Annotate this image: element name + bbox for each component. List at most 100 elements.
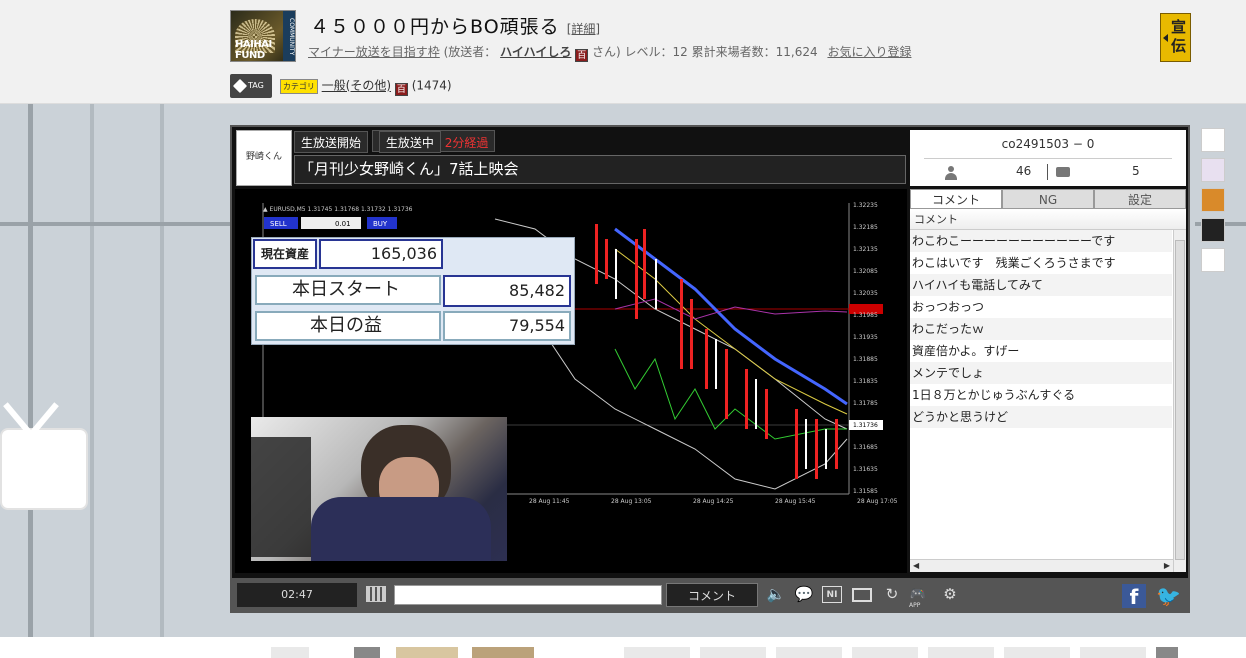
- bottom-thumb[interactable]: [624, 647, 690, 658]
- fullscreen-icon[interactable]: [852, 588, 872, 602]
- viewer-icon: [944, 166, 958, 180]
- comment-row[interactable]: 1日８万とかじゅうぶんすぐる: [910, 384, 1172, 406]
- comment-tabs: コメント NG 設定: [910, 189, 1186, 209]
- category-link[interactable]: 一般(その他): [322, 79, 391, 93]
- comment-input[interactable]: [394, 585, 662, 605]
- assets-value: 165,036: [319, 239, 443, 269]
- viewer-count: 46: [1016, 164, 1032, 178]
- wall-line: [0, 222, 230, 226]
- status-start: 生放送開始: [294, 131, 369, 153]
- channel-label: 野崎くん: [245, 152, 282, 162]
- time-tick: 28 Aug 11:45: [529, 498, 570, 505]
- stream-title-text: ４５０００円からBO頑張る: [310, 16, 560, 38]
- scroll-left-icon[interactable]: ◀: [913, 561, 919, 570]
- community-logo[interactable]: HAIHAI FUND COMMUNITY: [230, 10, 296, 62]
- bottom-thumb[interactable]: [472, 647, 534, 658]
- community-link[interactable]: マイナー放送を目指す枠: [308, 45, 440, 59]
- tag-icon[interactable]: TAG: [230, 74, 272, 98]
- price-tick: 1.31585: [853, 488, 878, 495]
- side-avatar-button[interactable]: [1201, 158, 1225, 182]
- bottom-thumb[interactable]: [928, 647, 994, 658]
- category-count: (1474): [411, 78, 452, 93]
- comment-rows: わこわこーーーーーーーーーーーです わこはいです 残業ごくろうさまです ハイハイ…: [910, 230, 1186, 428]
- side-game-button[interactable]: [1201, 188, 1225, 212]
- price-tick: 1.31835: [853, 378, 878, 385]
- comment-toggle-icon[interactable]: 💬: [794, 586, 814, 603]
- side-dark-button[interactable]: [1201, 218, 1225, 242]
- side-panel-button[interactable]: [1201, 128, 1225, 152]
- tag-row: TAG カテゴリ 一般(その他) 百 (1474): [230, 74, 452, 98]
- start-label: 本日スタート: [255, 275, 441, 305]
- price-tick: 1.32235: [853, 202, 878, 209]
- comment-row[interactable]: わこだったｗ: [910, 318, 1172, 340]
- webcam-feed: [251, 417, 507, 561]
- volume-icon[interactable]: 🔈: [766, 586, 786, 603]
- bottom-thumb[interactable]: [354, 647, 380, 658]
- price-tick: 1.32185: [853, 224, 878, 231]
- quality-icon[interactable]: NI: [822, 586, 842, 603]
- price-tick: 1.31736: [853, 422, 878, 429]
- price-tick: 1.31985: [853, 312, 878, 319]
- comment-row[interactable]: どうかと思うけど: [910, 406, 1172, 428]
- bottom-thumb[interactable]: [852, 647, 918, 658]
- video-screen[interactable]: ▲ EURUSD,M5 1.31745 1.31768 1.31732 1.31…: [235, 189, 907, 573]
- price-tick: 1.31685: [853, 444, 878, 451]
- symbol-line: ▲ EURUSD,M5 1.31745 1.31768 1.31732 1.31…: [263, 206, 413, 213]
- comment-row[interactable]: 資産倍かよ。すげー: [910, 340, 1172, 362]
- comment-hscrollbar[interactable]: ◀ ▶: [910, 559, 1173, 572]
- tab-comment[interactable]: コメント: [910, 189, 1002, 209]
- side-light-button[interactable]: [1201, 248, 1225, 272]
- status-live-label: 生放送中: [378, 131, 441, 153]
- wall-line: [28, 104, 33, 637]
- player-controls: 02:47 コメント 🔈 💬 NI ↻ 🎮 APP ⚙ f 🐦: [232, 578, 1188, 611]
- broadcaster-stats: さん) レベル：12 累計来場者数：11,624: [592, 45, 818, 59]
- keyboard-icon[interactable]: [366, 586, 386, 602]
- status-live: 生放送中 2分経過: [371, 130, 496, 153]
- price-tick: 1.32135: [853, 246, 878, 253]
- comment-vscrollbar[interactable]: [1173, 230, 1186, 572]
- logo-side-text: COMMUNITY: [283, 11, 295, 61]
- channel-thumbnail[interactable]: 野崎くん: [236, 130, 292, 186]
- bottom-thumb[interactable]: [1004, 647, 1070, 658]
- tab-ng[interactable]: NG: [1002, 189, 1094, 209]
- comment-row[interactable]: わこはいです 残業ごくろうさまです: [910, 252, 1172, 274]
- broadcaster-link[interactable]: ハイハイしろ: [500, 45, 571, 59]
- comment-row[interactable]: ハイハイも電話してみて: [910, 274, 1172, 296]
- comment-submit-button[interactable]: コメント: [666, 583, 758, 607]
- lot-value: 0.01: [335, 220, 351, 228]
- app-label: APP: [909, 602, 921, 609]
- playback-time: 02:47: [237, 583, 357, 607]
- elapsed-time: 2分経過: [444, 136, 489, 150]
- comment-row[interactable]: おっつおっつ: [910, 296, 1172, 318]
- scroll-right-icon[interactable]: ▶: [1164, 561, 1170, 570]
- community-id: co2491503 − 0: [1001, 137, 1095, 151]
- reload-icon[interactable]: ↻: [882, 586, 902, 603]
- comment-row[interactable]: メンテでしょ: [910, 362, 1172, 384]
- comment-count: 5: [1132, 164, 1140, 178]
- facebook-icon[interactable]: f: [1122, 584, 1146, 609]
- price-tick: 1.31635: [853, 466, 878, 473]
- bottom-thumb[interactable]: [700, 647, 766, 658]
- settings-icon[interactable]: ⚙: [940, 586, 960, 603]
- start-value: 85,482: [443, 275, 571, 307]
- app-icon[interactable]: 🎮: [908, 586, 928, 603]
- buy-button: BUY: [373, 220, 388, 228]
- bottom-thumb[interactable]: [1080, 647, 1146, 658]
- wall-line: [90, 104, 94, 637]
- ad-button[interactable]: 宣伝: [1160, 13, 1191, 62]
- twitter-icon[interactable]: 🐦: [1156, 584, 1181, 608]
- detail-link[interactable]: [詳細]: [567, 22, 600, 36]
- favorite-link[interactable]: お気に入り登録: [827, 45, 911, 59]
- broadcast-info: マイナー放送を目指す枠 (放送者： ハイハイしろ 百 さん) レベル：12 累計…: [308, 43, 911, 62]
- live-status: 生放送開始 生放送中 2分経過: [294, 130, 496, 153]
- comment-column-header[interactable]: コメント: [910, 209, 1186, 230]
- bottom-thumb[interactable]: [396, 647, 458, 658]
- bottom-thumb[interactable]: [271, 647, 309, 658]
- assets-label: 現在資産: [253, 239, 317, 269]
- bottom-thumb[interactable]: [776, 647, 842, 658]
- tab-settings[interactable]: 設定: [1094, 189, 1186, 209]
- price-tick: 1.31785: [853, 400, 878, 407]
- bottom-thumb[interactable]: [1156, 647, 1178, 658]
- comment-row[interactable]: わこわこーーーーーーーーーーーです: [910, 230, 1172, 252]
- price-tick: 1.31935: [853, 334, 878, 341]
